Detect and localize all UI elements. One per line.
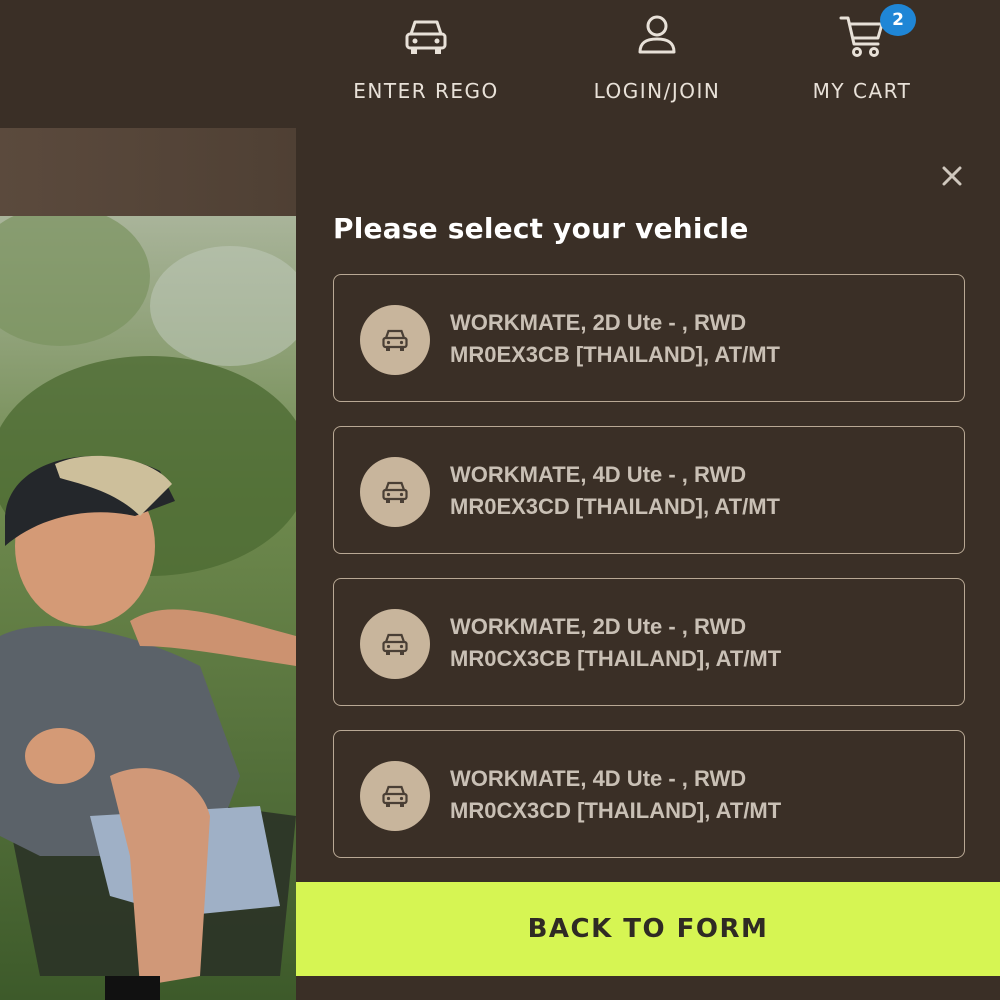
hero-photo xyxy=(0,216,296,1000)
vehicle-description: WORKMATE, 4D Ute - , RWD MR0EX3CD [THAIL… xyxy=(450,459,780,523)
my-cart-link[interactable]: 2 MY CART xyxy=(772,4,952,110)
panel-title: Please select your vehicle xyxy=(333,212,749,245)
vehicle-description: WORKMATE, 4D Ute - , RWD MR0CX3CD [THAIL… xyxy=(450,763,781,827)
vehicle-option[interactable]: WORKMATE, 2D Ute - , RWD MR0CX3CB [THAIL… xyxy=(333,578,965,706)
login-join-link[interactable]: LOGIN/JOIN xyxy=(567,10,747,110)
login-join-label: LOGIN/JOIN xyxy=(593,79,721,103)
vehicle-code-line: MR0EX3CD [THAILAND], AT/MT xyxy=(450,494,780,519)
car-icon xyxy=(382,633,408,655)
vehicle-icon-badge xyxy=(360,761,430,831)
cart-count-badge: 2 xyxy=(880,4,916,36)
back-to-form-button[interactable]: BACK TO FORM xyxy=(296,882,1000,976)
vehicle-code-line: MR0EX3CB [THAILAND], AT/MT xyxy=(450,342,780,367)
vehicle-description: WORKMATE, 2D Ute - , RWD MR0CX3CB [THAIL… xyxy=(450,611,781,675)
user-icon xyxy=(638,15,676,54)
close-icon xyxy=(942,166,962,186)
vehicle-icon-badge xyxy=(360,457,430,527)
vehicle-code-line: MR0CX3CB [THAILAND], AT/MT xyxy=(450,646,782,671)
my-cart-label: MY CART xyxy=(812,79,912,103)
vehicle-option[interactable]: WORKMATE, 4D Ute - , RWD MR0CX3CD [THAIL… xyxy=(333,730,965,858)
car-icon xyxy=(382,329,408,351)
vehicle-select-panel: Please select your vehicle WORKMATE, 2D … xyxy=(296,128,1000,1000)
close-button[interactable] xyxy=(936,160,968,192)
cart-icon xyxy=(839,16,884,57)
vehicle-icon-badge xyxy=(360,609,430,679)
enter-rego-link[interactable]: ENTER REGO xyxy=(336,10,516,110)
vehicle-description: WORKMATE, 2D Ute - , RWD MR0EX3CB [THAIL… xyxy=(450,307,780,371)
hero-banner-strip xyxy=(0,128,296,216)
vehicle-model-line: WORKMATE, 4D Ute - , RWD xyxy=(450,462,747,487)
site-header: ENTER REGO LOGIN/JOIN 2 MY CART xyxy=(0,0,1000,128)
vehicle-code-line: MR0CX3CD [THAILAND], AT/MT xyxy=(450,798,782,823)
vehicle-model-line: WORKMATE, 4D Ute - , RWD xyxy=(450,766,747,791)
vehicle-option[interactable]: WORKMATE, 2D Ute - , RWD MR0EX3CB [THAIL… xyxy=(333,274,965,402)
vehicle-option[interactable]: WORKMATE, 4D Ute - , RWD MR0EX3CD [THAIL… xyxy=(333,426,965,554)
car-icon xyxy=(405,20,447,54)
car-icon xyxy=(382,481,408,503)
vehicle-icon-badge xyxy=(360,305,430,375)
vehicle-model-line: WORKMATE, 2D Ute - , RWD xyxy=(450,614,747,639)
car-icon xyxy=(382,785,408,807)
vehicle-model-line: WORKMATE, 2D Ute - , RWD xyxy=(450,310,747,335)
enter-rego-label: ENTER REGO xyxy=(353,79,499,103)
